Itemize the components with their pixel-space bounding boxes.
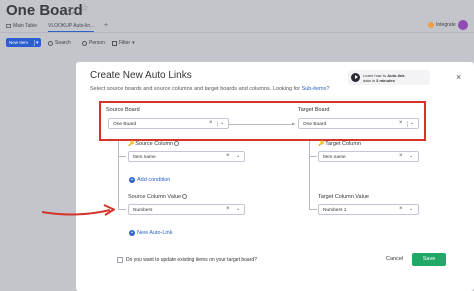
annotation-arrow [41, 204, 115, 216]
tree-connector [118, 141, 126, 157]
add-condition-button[interactable]: + Add condition [129, 177, 170, 183]
info-icon[interactable] [174, 141, 180, 147]
cancel-button[interactable]: Cancel [386, 256, 403, 262]
source-column-value: Item name [133, 154, 156, 160]
clear-icon[interactable]: × [209, 120, 213, 126]
search-button[interactable]: Search [48, 40, 71, 46]
tab-vlookup[interactable]: VLOOKUP Auto-lin... [48, 23, 95, 32]
info-icon[interactable] [68, 7, 75, 14]
tree-connector [309, 157, 317, 210]
divider [217, 121, 218, 127]
source-board-label: Source Board [106, 107, 140, 113]
clear-icon[interactable]: × [399, 153, 403, 159]
chevron-down-icon[interactable]: ⌄ [409, 153, 413, 159]
chevron-down-icon[interactable]: ⌄ [236, 153, 240, 159]
sub-items-link[interactable]: Sub-items [302, 86, 327, 92]
tree-connector [309, 141, 317, 157]
tab-main-table[interactable]: Main Table [6, 23, 37, 29]
target-board-label: Target Board [298, 107, 330, 113]
chevron-down-icon[interactable]: ▾ [34, 39, 39, 46]
learn-text: Learn how to Auto-link data in 3 minutes [363, 73, 405, 83]
new-item-button[interactable]: New Item ▾ [6, 38, 41, 47]
subtitle-text: Select source boards and source columns … [90, 86, 302, 92]
tab-label: VLOOKUP Auto-lin... [48, 23, 95, 29]
person-icon [82, 40, 87, 46]
tab-label: Main Table [13, 23, 38, 29]
plus-icon: + [129, 230, 135, 236]
search-label: Search [55, 40, 71, 46]
source-column-label-text: Source Column [135, 141, 174, 147]
save-button[interactable]: Save [412, 253, 446, 266]
source-board-select[interactable]: One Board × ⌄ [108, 118, 229, 129]
target-board-select[interactable]: One Board × ⌄ [298, 118, 419, 129]
subtitle-suffix: ? [326, 86, 330, 92]
update-existing-label: Do you want to update existing items on … [126, 257, 257, 263]
source-board-value: One Board [113, 121, 137, 127]
chevron-down-icon[interactable]: ⌄ [410, 120, 414, 126]
learn-line2: data in [363, 77, 377, 83]
board-tabs: Main Table VLOOKUP Auto-lin... + [0, 21, 474, 33]
target-column-value: Item name [323, 154, 346, 160]
chevron-down-icon[interactable]: ⌄ [409, 206, 413, 212]
key-icon: 🔑 [318, 141, 325, 147]
filter-button[interactable]: Filter ▾ [112, 40, 135, 46]
source-column-value-value: Numbers [133, 207, 153, 213]
source-column-value-select[interactable]: Numbers × ⌄ [128, 204, 245, 215]
clear-icon[interactable]: × [399, 120, 403, 126]
info-icon[interactable] [182, 194, 188, 200]
clear-icon[interactable]: × [226, 206, 230, 212]
key-icon: 🔑 [128, 141, 135, 147]
learn-video-card[interactable]: Learn how to Auto-link data in 3 minutes [348, 70, 430, 85]
new-auto-link-label: New Auto-Link [137, 230, 173, 236]
plus-icon: + [129, 177, 135, 183]
chevron-down-icon[interactable]: ⌄ [220, 120, 224, 126]
connector-line [229, 124, 295, 125]
target-column-label-text: Target Column [325, 141, 362, 147]
source-column-label: 🔑Source Column [128, 141, 180, 147]
add-tab-icon[interactable]: + [104, 22, 108, 29]
arrow-right-icon: ▸ [292, 121, 295, 127]
new-auto-link-button[interactable]: + New Auto-Link [129, 230, 172, 236]
chevron-down-icon[interactable]: ⌄ [236, 206, 240, 212]
target-column-value-value: Numbers 1 [323, 207, 347, 213]
target-column-label: 🔑Target Column [318, 141, 361, 147]
star-icon[interactable]: ☆ [80, 3, 89, 14]
filter-label: Filter [119, 40, 131, 46]
source-column-select[interactable]: Item name × ⌄ [128, 151, 245, 162]
source-column-value-label: Source Column Value [128, 194, 188, 200]
close-icon[interactable]: × [456, 72, 461, 82]
search-icon [48, 40, 53, 46]
learn-line2-bold: 3 minutes [376, 77, 395, 83]
modal-subtitle: Select source boards and source columns … [90, 86, 329, 92]
toolbar: New Item ▾ Search Person Filter ▾ [0, 36, 474, 50]
person-button[interactable]: Person [82, 40, 105, 46]
person-label: Person [89, 40, 105, 46]
target-column-value-select[interactable]: Numbers 1 × ⌄ [318, 204, 419, 215]
table-icon [6, 24, 11, 28]
clear-icon[interactable]: × [226, 153, 230, 159]
target-column-value-label: Target Column Value [318, 194, 369, 200]
add-condition-label: Add condition [137, 177, 171, 183]
chevron-down-icon: ▾ [132, 40, 135, 46]
modal-title: Create New Auto Links [90, 70, 192, 81]
source-column-value-label-text: Source Column Value [128, 194, 182, 200]
filter-icon [112, 40, 117, 46]
update-existing-checkbox[interactable] [117, 257, 123, 263]
play-icon [351, 73, 360, 82]
new-item-label: New Item [9, 40, 29, 45]
clear-icon[interactable]: × [399, 206, 403, 212]
divider [407, 121, 408, 127]
target-column-select[interactable]: Item name × ⌄ [318, 151, 419, 162]
target-board-value: One Board [303, 121, 327, 127]
